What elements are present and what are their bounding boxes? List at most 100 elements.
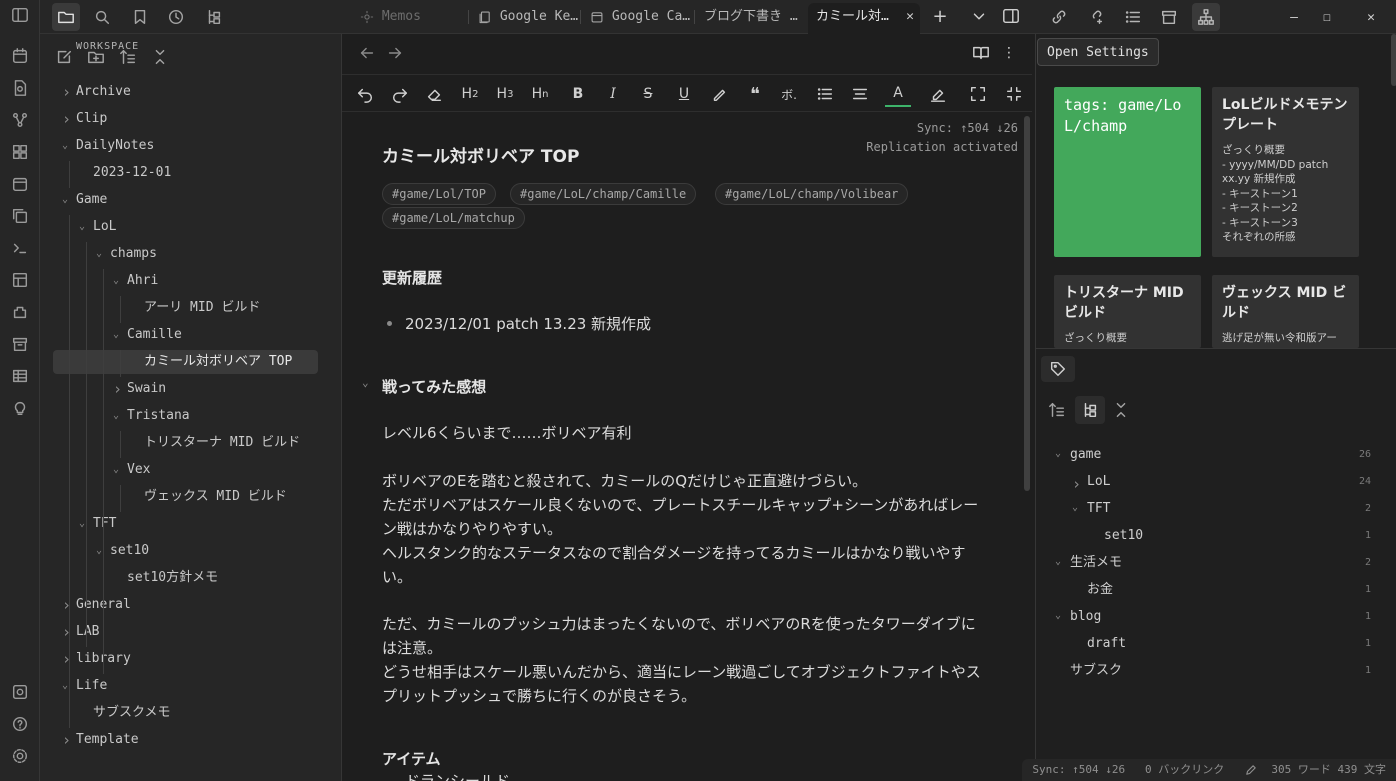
tag-chip[interactable]: #game/LoL/matchup bbox=[382, 207, 525, 229]
back-arrow-icon[interactable] bbox=[354, 40, 380, 66]
note-card[interactable]: トリスターナ MID ビルド ざっくり概要 bbox=[1054, 275, 1201, 348]
grid-icon[interactable] bbox=[7, 139, 33, 165]
chevron-down-icon[interactable]: ⌄ bbox=[62, 188, 68, 212]
bookmark-icon[interactable] bbox=[126, 3, 154, 31]
copy-icon[interactable] bbox=[7, 203, 33, 229]
chevron-right-icon[interactable]: › bbox=[113, 377, 122, 401]
note-editor[interactable]: カミール対ボリベア TOP Sync: ↑504 ↓26 Replication… bbox=[342, 112, 1035, 781]
tag-tree-item[interactable]: サブスク bbox=[1070, 660, 1122, 682]
folder-item[interactable]: ⌄ Tristana bbox=[113, 404, 190, 428]
files-folder-icon[interactable] bbox=[52, 3, 80, 31]
tags-tab-icon[interactable] bbox=[1041, 356, 1075, 382]
tab-google-keep[interactable]: Google Ke… bbox=[470, 3, 578, 31]
file-item[interactable]: サブスクメモ bbox=[93, 701, 170, 725]
folder-item[interactable]: › LAB bbox=[62, 620, 99, 644]
archive-box-icon[interactable] bbox=[1155, 3, 1183, 31]
chevron-down-icon[interactable]: ⌄ bbox=[62, 674, 68, 698]
collapse-all-icon[interactable] bbox=[147, 44, 173, 70]
note-card[interactable]: LoLビルドメモテンプレート ざっくり概要 - yyyy/MM/DD patch… bbox=[1212, 87, 1359, 257]
file-item[interactable]: 2023-12-01 bbox=[93, 161, 171, 185]
maximize-icon[interactable]: ☐ bbox=[1313, 3, 1341, 31]
underline-icon[interactable]: U bbox=[671, 81, 697, 107]
chevron-down-icon[interactable]: ⌄ bbox=[1055, 610, 1061, 621]
folder-item[interactable]: ⌄ set10 bbox=[96, 539, 149, 563]
collapse-toolbar-icon[interactable] bbox=[1001, 81, 1027, 107]
hierarchy-icon[interactable] bbox=[1192, 3, 1220, 31]
chevron-down-icon[interactable]: ⌄ bbox=[113, 323, 119, 347]
chevron-down-icon[interactable]: ⌄ bbox=[96, 242, 102, 266]
terminal-icon[interactable] bbox=[7, 235, 33, 261]
table-icon[interactable] bbox=[7, 363, 33, 389]
folder-item[interactable]: ⌄ Camille bbox=[113, 323, 182, 347]
undo-icon[interactable] bbox=[352, 81, 378, 107]
note-card[interactable]: tags: game/LoL/champ bbox=[1054, 87, 1201, 257]
tab-memos[interactable]: Memos bbox=[352, 3, 468, 31]
chevron-down-icon[interactable]: ⌄ bbox=[79, 215, 85, 239]
folder-item[interactable]: ⌄ DailyNotes bbox=[62, 134, 154, 158]
note-card[interactable]: ヴェックス MID ビルド 逃げ足が無い令和版アー bbox=[1212, 275, 1359, 348]
folder-item[interactable]: ⌄ LoL bbox=[79, 215, 116, 239]
italic-icon[interactable]: I bbox=[600, 81, 626, 107]
reading-view-icon[interactable] bbox=[968, 40, 994, 66]
vault-icon[interactable] bbox=[7, 679, 33, 705]
file-item[interactable]: トリスターナ MID ビルド bbox=[144, 431, 300, 455]
folder-item[interactable]: › Swain bbox=[113, 377, 166, 401]
file-item[interactable]: set10方針メモ bbox=[127, 566, 218, 590]
daily-note-icon[interactable] bbox=[7, 171, 33, 197]
backlinks-count[interactable]: 0 バックリンク bbox=[1145, 763, 1224, 776]
chevron-down-icon[interactable]: ⌄ bbox=[113, 404, 119, 428]
toggle-sidebar-icon[interactable] bbox=[7, 2, 33, 28]
folder-item[interactable]: › Archive bbox=[62, 80, 131, 104]
tag-chip[interactable]: #game/LoL/champ/Camille bbox=[510, 183, 697, 205]
tag-tree-item[interactable]: set10 bbox=[1104, 525, 1143, 547]
toggle-right-sidebar-icon[interactable] bbox=[998, 3, 1024, 29]
tab-google-calendar[interactable]: Google Ca… bbox=[582, 3, 694, 31]
tag-tree-item[interactable]: game bbox=[1070, 444, 1101, 466]
list-icon[interactable] bbox=[812, 81, 838, 107]
folder-item[interactable]: ⌄ Game bbox=[62, 188, 107, 212]
tag-chip[interactable]: #game/Lol/TOP bbox=[382, 183, 496, 205]
align-icon[interactable] bbox=[847, 81, 873, 107]
archive-icon[interactable] bbox=[7, 331, 33, 357]
chevron-down-icon[interactable]: ⌄ bbox=[1072, 502, 1078, 513]
tag-tree-item[interactable]: draft bbox=[1087, 633, 1126, 655]
font-color-icon[interactable]: A bbox=[885, 81, 911, 107]
folder-item[interactable]: › Clip bbox=[62, 107, 107, 131]
eraser-icon[interactable] bbox=[421, 81, 447, 107]
heading-n-icon[interactable]: Hn bbox=[527, 81, 553, 107]
window-close-icon[interactable]: ✕ bbox=[1357, 3, 1385, 31]
chevron-down-icon[interactable]: ⌄ bbox=[79, 512, 85, 536]
chevron-down-icon[interactable]: ⌄ bbox=[96, 539, 102, 563]
heading-2-icon[interactable]: H2 bbox=[457, 81, 483, 107]
strikethrough-icon[interactable]: S bbox=[635, 81, 661, 107]
chevron-right-icon[interactable]: › bbox=[62, 107, 71, 131]
file-item[interactable]: ヴェックス MID ビルド bbox=[144, 485, 287, 509]
blockquote-icon[interactable]: ❝ bbox=[742, 81, 768, 107]
lightbulb-icon[interactable] bbox=[7, 395, 33, 421]
chevron-down-icon[interactable] bbox=[966, 3, 992, 29]
more-options-icon[interactable]: ⋮ bbox=[996, 40, 1022, 66]
search-icon[interactable] bbox=[88, 3, 116, 31]
close-icon[interactable]: ✕ bbox=[906, 3, 914, 31]
tree-icon[interactable] bbox=[200, 3, 228, 31]
file-item[interactable]: カミール対ボリベア TOP bbox=[53, 350, 318, 374]
file-search-icon[interactable] bbox=[7, 75, 33, 101]
bold-icon[interactable]: B bbox=[565, 81, 591, 107]
heading-3-icon[interactable]: H3 bbox=[492, 81, 518, 107]
tag-tree-item[interactable]: お金 bbox=[1087, 579, 1113, 601]
tree-view-icon[interactable] bbox=[1075, 396, 1105, 424]
folder-item[interactable]: ⌄ TFT bbox=[79, 512, 116, 536]
new-tab-icon[interactable]: + bbox=[927, 3, 953, 29]
outgoing-links-icon[interactable] bbox=[1081, 3, 1109, 31]
tag-tree-item[interactable]: TFT bbox=[1087, 498, 1110, 520]
help-icon[interactable] bbox=[7, 711, 33, 737]
settings-gear-icon[interactable] bbox=[7, 743, 33, 769]
chevron-down-icon[interactable]: ⌄ bbox=[113, 269, 119, 293]
folder-item[interactable]: ⌄ champs bbox=[96, 242, 157, 266]
new-note-icon[interactable] bbox=[51, 44, 77, 70]
clock-icon[interactable] bbox=[162, 3, 190, 31]
tab-active-note[interactable]: カミール対… ✕ bbox=[808, 3, 920, 34]
folder-item[interactable]: ⌄ Ahri bbox=[113, 269, 158, 293]
background-color-icon[interactable] bbox=[925, 81, 951, 107]
tab-blog-draft[interactable]: ブログ下書き … bbox=[696, 3, 806, 31]
